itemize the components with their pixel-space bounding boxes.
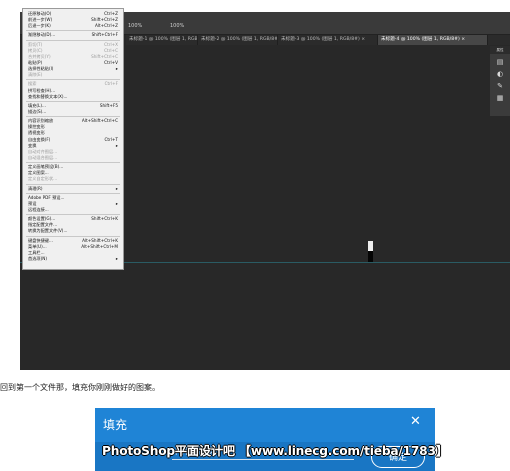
menu-item[interactable]: 渐隐移动(D)... Shift+Ctrl+F	[23, 32, 123, 38]
menu-item[interactable]: 清理(R) ▸	[23, 186, 123, 192]
document-tabs: 未标题-1 @ 100% (图层 1, RGB/8#) × 未标题-2 @ 10…	[126, 35, 510, 45]
menu-item-shortcut: Shift+Ctrl+F	[91, 32, 118, 38]
menu-item-label: 描边(S)...	[28, 108, 47, 114]
pattern-white-rect	[368, 241, 373, 251]
adjust-icon[interactable]: ◐	[495, 70, 505, 79]
menu-item[interactable]: 转换为配置文件(V)...	[23, 228, 123, 234]
menu-item[interactable]: 查找和替换文本(X)...	[23, 94, 123, 100]
flow-value[interactable]: 100%	[170, 23, 184, 29]
menu-separator	[26, 162, 120, 164]
layers-icon[interactable]: ▤	[495, 58, 505, 67]
menu-item: 定义自定形状...	[23, 176, 123, 182]
content-select[interactable]	[172, 459, 354, 460]
swatch-icon[interactable]: ▦	[495, 94, 505, 103]
menu-separator	[26, 79, 120, 81]
menu-item-label: 定义自定形状...	[28, 176, 58, 182]
close-icon[interactable]: ✕	[410, 415, 421, 428]
dialog-title: 填充	[103, 418, 128, 432]
menu-item-label: 清除(E)	[28, 72, 43, 78]
menu-separator	[26, 183, 120, 185]
properties-panel: 属性 ▤ ◐ ✎ ▦	[490, 46, 510, 116]
brush-icon[interactable]: ✎	[495, 82, 505, 91]
menu-separator	[26, 100, 120, 102]
menu-item[interactable]: 后退一步(K) Alt+Ctrl+Z	[23, 23, 123, 29]
zoom-value[interactable]: 100%	[128, 23, 142, 29]
menu-item[interactable]: 远程连接...	[23, 207, 123, 213]
tutorial-caption: 回到第一个文件那，填充你刚刚做好的图案。	[0, 383, 160, 392]
menu-separator	[26, 192, 120, 194]
doc-tab-2[interactable]: 未标题-2 @ 100% (图层 1, RGB/8#) ×	[198, 35, 278, 45]
doc-tab-1[interactable]: 未标题-1 @ 100% (图层 1, RGB/8#) ×	[126, 35, 198, 45]
doc-tab-3[interactable]: 未标题-3 @ 100% (图层 1, RGB/8#) ×	[278, 35, 378, 45]
edit-menu: 还原移动(O) Ctrl+Z 前进一步(W) Shift+Ctrl+Z 后退一步(K) A…	[22, 8, 124, 270]
menu-separator	[26, 116, 120, 118]
menu-item-label: 渐隐移动(D)...	[28, 32, 56, 38]
pattern-black-rect	[368, 251, 373, 262]
menu-item[interactable]: 首选项(N) ▸	[23, 256, 123, 262]
watermark: PhotoShop平面设计吧 【www.linecg.com/tieba/178…	[102, 444, 448, 458]
panel-title: 属性	[490, 46, 510, 54]
menu-item-shortcut: Alt+Ctrl+Z	[94, 23, 118, 29]
menu-separator	[26, 235, 120, 237]
doc-tab-4[interactable]: 未标题-4 @ 100% (图层 1, RGB/8#) ×	[378, 35, 488, 45]
document-canvas[interactable]	[126, 46, 492, 370]
menu-item-label: 查找和替换文本(X)...	[28, 93, 68, 99]
menu-item: 自动混合图层...	[23, 155, 123, 161]
menu-item-label: 后退一步(K)	[28, 23, 51, 29]
menu-item-label: 自动混合图层...	[28, 154, 58, 160]
menu-item-label: 首选项(N)	[28, 255, 47, 261]
menu-item[interactable]: 描边(S)...	[23, 109, 123, 115]
menu-item-label: 转换为配置文件(V)...	[28, 228, 68, 234]
menu-separator	[26, 39, 120, 41]
menu-item-label: 清理(R)	[28, 185, 43, 191]
fill-dialog: 填充 ✕ 内容: 图案 ⌄ 确定	[95, 408, 435, 471]
menu-item: 清除(E)	[23, 72, 123, 78]
menu-separator	[26, 214, 120, 216]
menu-item-shortcut: ▸	[115, 255, 118, 261]
menu-item-label: 远程连接...	[28, 206, 49, 212]
menu-item-shortcut: ▸	[115, 185, 118, 191]
